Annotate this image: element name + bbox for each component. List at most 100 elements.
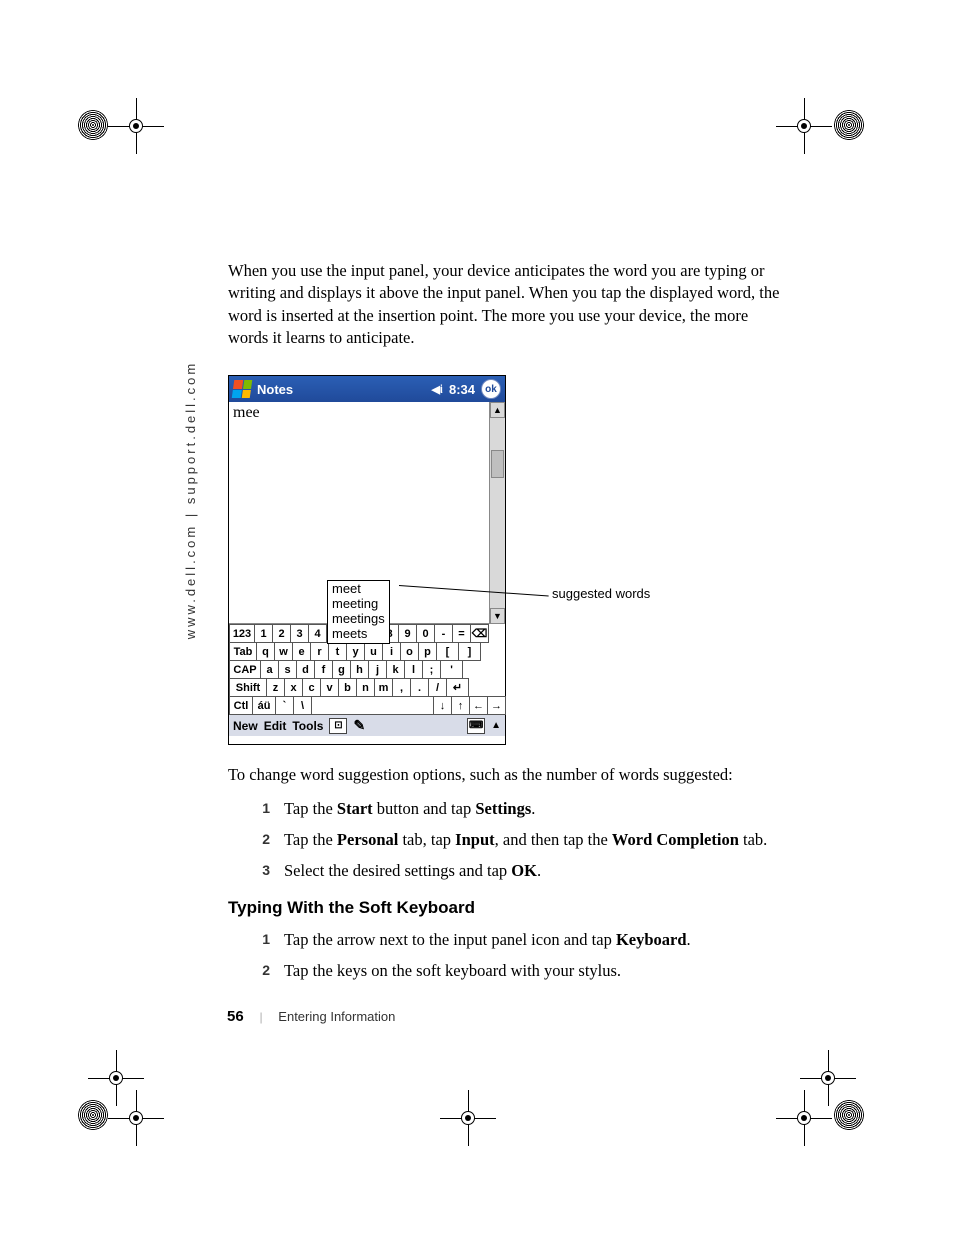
key[interactable]: ↓ [433,696,452,715]
ok-button[interactable]: ok [481,379,501,399]
key[interactable]: ` [275,696,294,715]
key[interactable]: f [314,660,333,679]
record-icon[interactable]: ⊡ [329,718,347,734]
crop-dot [78,1100,108,1130]
key[interactable] [311,696,434,715]
key[interactable]: 4 [308,624,327,643]
input-arrow-icon[interactable]: ▲ [491,720,501,731]
crop-mark [108,98,164,154]
key[interactable]: ← [469,696,488,715]
keyboard-icon[interactable]: ⌨ [467,718,485,734]
note-area[interactable]: mee ▲ ▼ meet meeting meetings meets [229,402,505,624]
callout-label: suggested words [552,586,650,601]
step-number: 2 [256,828,270,851]
key[interactable]: y [346,642,365,661]
key[interactable]: . [410,678,429,697]
key[interactable]: u [364,642,383,661]
suggestion-item[interactable]: meets [332,627,385,642]
key[interactable]: s [278,660,297,679]
device-screenshot: Notes ◀ἰ 8:34 ok mee ▲ ▼ meet meeting me… [228,375,506,745]
step: 2 Tap the Personal tab, tap Input, and th… [256,828,790,851]
key[interactable]: t [328,642,347,661]
footer-separator: | [260,1009,263,1025]
step: 1Tap the arrow next to the input panel i… [256,928,790,951]
suggestion-item[interactable]: meetings [332,612,385,627]
subheading: Typing With the Soft Keyboard [228,898,790,918]
suggestion-popup[interactable]: meet meeting meetings meets [327,580,390,644]
step: 2Tap the keys on the soft keyboard with … [256,959,790,982]
key[interactable]: 123 [229,624,255,643]
key[interactable]: d [296,660,315,679]
key[interactable]: Shift [229,678,267,697]
key[interactable]: 9 [398,624,417,643]
key[interactable]: i [382,642,401,661]
menu-new[interactable]: New [233,719,258,733]
change-options-text: To change word suggestion options, such … [228,763,790,787]
section-name: Entering Information [278,1009,395,1024]
key[interactable]: o [400,642,419,661]
start-icon[interactable] [232,380,253,398]
key[interactable]: ' [440,660,463,679]
key[interactable]: z [266,678,285,697]
step-text: Tap the keys on the soft keyboard with y… [284,959,790,982]
key[interactable]: \ [293,696,312,715]
intro-paragraph: When you use the input panel, your devic… [228,260,790,349]
step-number: 1 [256,928,270,951]
key[interactable]: CAP [229,660,261,679]
key[interactable]: Ctl [229,696,253,715]
key[interactable]: n [356,678,375,697]
key[interactable]: v [320,678,339,697]
menu-tools[interactable]: Tools [292,719,323,733]
step-text: Tap the Start button and tap Settings. [284,797,790,820]
key[interactable]: Tab [229,642,257,661]
key[interactable]: g [332,660,351,679]
steps-list-b: 1Tap the arrow next to the input panel i… [256,928,790,982]
speaker-icon[interactable]: ◀ἰ [431,383,443,396]
step-text: Tap the Personal tab, tap Input, and the… [284,828,790,851]
crop-dot [834,110,864,140]
key[interactable]: 1 [254,624,273,643]
key[interactable]: c [302,678,321,697]
scroll-up-icon[interactable]: ▲ [490,402,505,418]
key[interactable]: a [260,660,279,679]
key[interactable]: r [310,642,329,661]
key[interactable]: ; [422,660,441,679]
key[interactable]: 3 [290,624,309,643]
key[interactable]: → [487,696,506,715]
bottom-bar: New Edit Tools ⊡ ✎ ⌨ ▲ [229,714,505,736]
menu-edit[interactable]: Edit [264,719,287,733]
key[interactable]: / [428,678,447,697]
key[interactable]: 2 [272,624,291,643]
crop-mark [800,1050,856,1106]
pen-icon[interactable]: ✎ [353,717,365,734]
key[interactable]: - [434,624,453,643]
key[interactable]: ⌫ [470,624,489,643]
key[interactable]: w [274,642,293,661]
key[interactable]: e [292,642,311,661]
key[interactable]: ↑ [451,696,470,715]
key[interactable]: p [418,642,437,661]
crop-mark [440,1090,496,1146]
key[interactable]: l [404,660,423,679]
key[interactable]: [ [436,642,459,661]
crop-mark [776,98,832,154]
key[interactable]: 0 [416,624,435,643]
step: 1Tap the Start button and tap Settings. [256,797,790,820]
key[interactable]: h [350,660,369,679]
scroll-down-icon[interactable]: ▼ [490,608,505,624]
key[interactable]: ] [458,642,481,661]
key[interactable]: x [284,678,303,697]
suggestion-item[interactable]: meet [332,582,385,597]
key[interactable]: áü [252,696,276,715]
step-number: 3 [256,859,270,882]
key[interactable]: j [368,660,387,679]
key[interactable]: q [256,642,275,661]
key[interactable]: b [338,678,357,697]
key[interactable]: , [392,678,411,697]
key[interactable]: = [452,624,471,643]
key[interactable]: ↵ [446,678,469,697]
key[interactable]: m [374,678,393,697]
key[interactable]: k [386,660,405,679]
suggestion-item[interactable]: meeting [332,597,385,612]
scroll-thumb[interactable] [491,450,504,478]
